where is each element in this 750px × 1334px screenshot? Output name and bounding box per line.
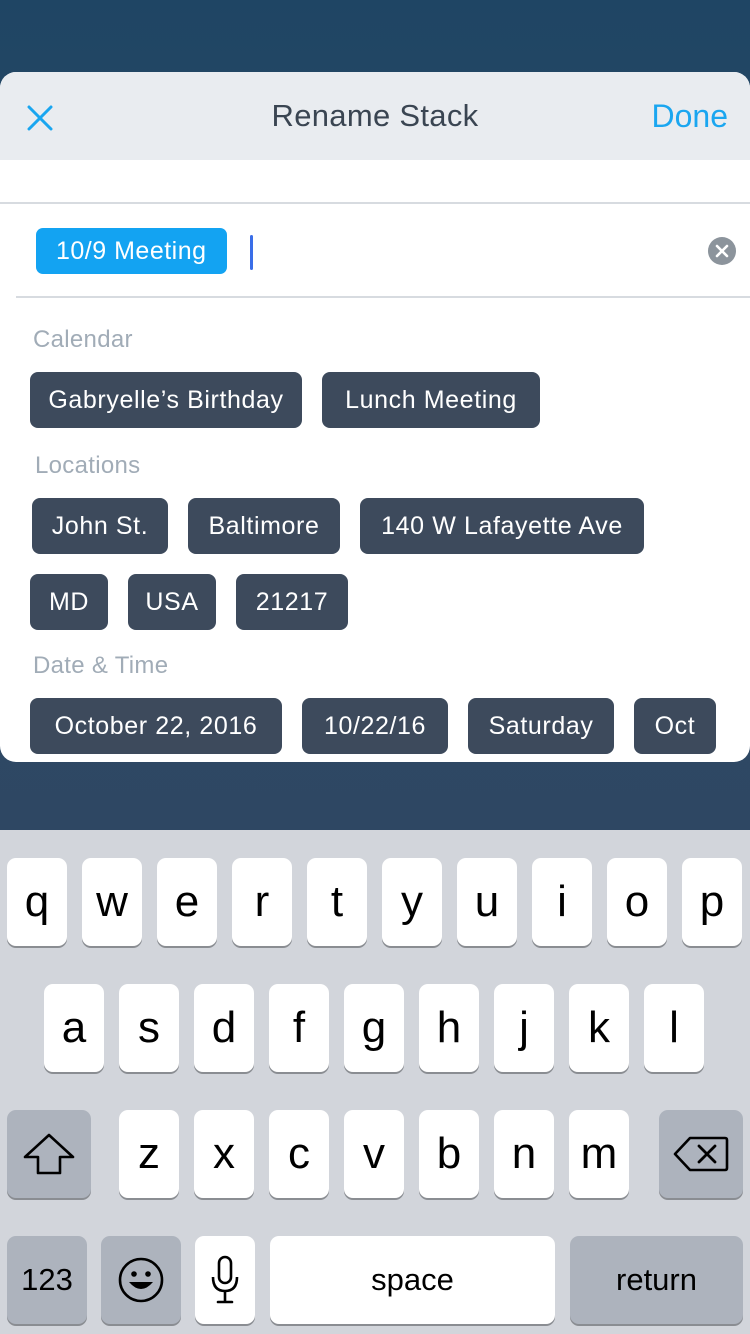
- key[interactable]: x: [194, 1110, 254, 1198]
- chip-location[interactable]: MD: [30, 574, 108, 630]
- key-label: g: [361, 1003, 387, 1052]
- key[interactable]: r: [232, 858, 292, 946]
- key-label: y: [401, 877, 423, 926]
- sheet-header: Rename Stack Done: [0, 72, 750, 160]
- chip-location[interactable]: Baltimore: [188, 498, 340, 554]
- key[interactable]: k: [569, 984, 629, 1072]
- key-label: q: [24, 877, 50, 926]
- chip-datetime[interactable]: 10/22/16: [302, 698, 448, 754]
- key[interactable]: d: [194, 984, 254, 1072]
- key-label: k: [588, 1003, 610, 1052]
- chip-calendar[interactable]: Gabryelle’s Birthday: [30, 372, 302, 428]
- microphone-icon: [211, 1255, 239, 1304]
- key[interactable]: o: [607, 858, 667, 946]
- key-label: m: [580, 1129, 618, 1178]
- key-label: p: [699, 877, 725, 926]
- key[interactable]: n: [494, 1110, 554, 1198]
- key[interactable]: q: [7, 858, 67, 946]
- key-label: 123: [21, 1262, 73, 1297]
- key-label: return: [616, 1262, 697, 1297]
- key-label: e: [174, 877, 200, 926]
- key[interactable]: u: [457, 858, 517, 946]
- key-label: o: [624, 877, 650, 926]
- key-label: i: [557, 877, 567, 926]
- key[interactable]: j: [494, 984, 554, 1072]
- key-label: v: [363, 1129, 385, 1178]
- return-key[interactable]: return: [570, 1236, 743, 1324]
- section-label-locations: Locations: [35, 452, 141, 479]
- name-token[interactable]: 10/9 Meeting: [36, 228, 227, 274]
- rename-stack-sheet: Rename Stack Done 10/9 Meeting Calendar …: [0, 72, 750, 762]
- key[interactable]: i: [532, 858, 592, 946]
- chip-location[interactable]: John St.: [32, 498, 168, 554]
- input-divider: [16, 296, 750, 298]
- backspace-icon: [673, 1136, 729, 1172]
- section-label-datetime: Date & Time: [33, 652, 169, 679]
- key-label: c: [288, 1129, 310, 1178]
- done-button[interactable]: Done: [652, 98, 729, 135]
- key-label: x: [213, 1129, 235, 1178]
- shift-icon: [23, 1133, 75, 1175]
- chip-calendar[interactable]: Lunch Meeting: [322, 372, 540, 428]
- sheet-title: Rename Stack: [271, 98, 479, 133]
- key[interactable]: g: [344, 984, 404, 1072]
- chip-datetime[interactable]: Saturday: [468, 698, 614, 754]
- delete-key[interactable]: [659, 1110, 743, 1198]
- key[interactable]: b: [419, 1110, 479, 1198]
- emoji-icon: [118, 1257, 164, 1303]
- key[interactable]: s: [119, 984, 179, 1072]
- key-label: f: [292, 1003, 306, 1052]
- key-label: d: [211, 1003, 237, 1052]
- key[interactable]: z: [119, 1110, 179, 1198]
- key-label: w: [96, 877, 128, 926]
- key[interactable]: a: [44, 984, 104, 1072]
- key-label: s: [138, 1003, 160, 1052]
- chip-datetime[interactable]: Oct: [634, 698, 716, 754]
- chip-location[interactable]: USA: [128, 574, 216, 630]
- shift-key[interactable]: [7, 1110, 91, 1198]
- key[interactable]: c: [269, 1110, 329, 1198]
- key-label: h: [436, 1003, 462, 1052]
- key[interactable]: h: [419, 984, 479, 1072]
- keyboard: q w e r t y u i o p a s d f g h j k l z …: [0, 830, 750, 1334]
- chip-datetime[interactable]: October 22, 2016: [30, 698, 282, 754]
- stack-name-input[interactable]: 10/9 Meeting: [0, 204, 750, 296]
- key-label: r: [254, 877, 270, 926]
- key[interactable]: w: [82, 858, 142, 946]
- chip-location[interactable]: 21217: [236, 574, 348, 630]
- key[interactable]: y: [382, 858, 442, 946]
- key[interactable]: t: [307, 858, 367, 946]
- emoji-key[interactable]: [101, 1236, 181, 1324]
- text-caret: [250, 235, 253, 270]
- key-label: l: [669, 1003, 679, 1052]
- key-label: u: [474, 877, 500, 926]
- key[interactable]: e: [157, 858, 217, 946]
- numbers-key[interactable]: 123: [7, 1236, 87, 1324]
- key-label: n: [511, 1129, 537, 1178]
- space-key[interactable]: space: [270, 1236, 555, 1324]
- key-label: t: [330, 877, 344, 926]
- key[interactable]: v: [344, 1110, 404, 1198]
- key[interactable]: l: [644, 984, 704, 1072]
- key-label: b: [436, 1129, 462, 1178]
- key-label: space: [371, 1262, 454, 1297]
- key[interactable]: p: [682, 858, 742, 946]
- key[interactable]: f: [269, 984, 329, 1072]
- key-label: j: [519, 1003, 529, 1052]
- section-label-calendar: Calendar: [33, 326, 133, 353]
- clear-button[interactable]: [708, 237, 736, 265]
- key[interactable]: m: [569, 1110, 629, 1198]
- dictation-key[interactable]: [195, 1236, 255, 1324]
- key-label: a: [61, 1003, 87, 1052]
- clear-icon: [715, 244, 729, 258]
- chip-location[interactable]: 140 W Lafayette Ave: [360, 498, 644, 554]
- key-label: z: [138, 1129, 160, 1178]
